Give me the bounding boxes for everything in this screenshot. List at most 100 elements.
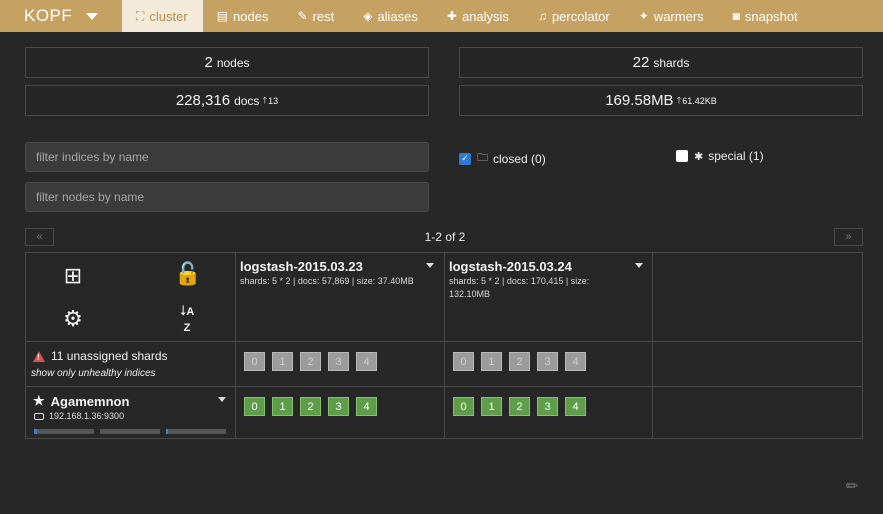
index-meta-size: 132.10MB [449,289,491,299]
unassigned-shard[interactable]: 4 [565,352,586,371]
index-meta: shards: 5 * 2 | docs: 57,869 | size: 37.… [240,276,414,286]
nav-tab-label: rest [312,8,335,24]
nodes-label: nodes [216,55,250,70]
unassigned-shard[interactable]: 0 [244,352,265,371]
pagination-text: 1-2 of 2 [424,230,466,244]
node-address: 192.168.1.36:9300 [34,411,124,421]
docs-count: 228,316 [175,92,231,109]
empty-cell [653,342,862,387]
assigned-shard[interactable]: 4 [565,397,586,416]
node-bar-fill-0 [34,429,37,434]
create-index-icon[interactable]: ⊞ [60,263,86,289]
unassigned-shard[interactable]: 3 [537,352,558,371]
unassigned-shard[interactable]: 2 [509,352,530,371]
assigned-shard[interactable]: 2 [509,397,530,416]
puzzle-icon: ✚ [446,9,457,23]
arrow-up-icon: 🡑 [676,94,682,105]
brand-label: KOPF [24,6,73,25]
node-bar-2 [166,429,226,434]
brand-menu[interactable]: KOPF [0,0,122,32]
unassigned-shard[interactable]: 4 [356,352,377,371]
cluster-overview-grid: ⊞ 🔓 ⚙ ⭣A Z logstash-2015.03.23 shards: 5 … [25,252,863,439]
special-checkbox[interactable] [676,150,688,162]
node-bar-fill-2 [166,429,168,434]
nav-tab-snapshot[interactable]: ◙ snapshot [719,0,813,32]
nav-tab-rest[interactable]: ✎ rest [283,0,349,32]
sitemap-icon: ⛶ [136,8,145,23]
index-name: logstash-2015.03.23 [240,259,363,274]
asterisk-icon: ✱ [694,150,704,163]
index-meta: shards: 5 * 2 | docs: 170,415 | size: [449,276,590,286]
assigned-shard[interactable]: 1 [481,397,502,416]
assigned-shard[interactable]: 3 [537,397,558,416]
index-name: logstash-2015.03.24 [449,259,572,274]
star-icon: ★ [33,393,45,408]
unassigned-shard[interactable]: 1 [272,352,293,371]
shards-label: shards [653,55,690,70]
nav-tab-percolator[interactable]: ♫ percolator [524,0,625,32]
index-header-cell: logstash-2015.03.23 shards: 5 * 2 | docs… [236,253,445,342]
assigned-shard[interactable]: 2 [300,397,321,416]
fire-icon: ✦ [638,9,649,23]
nav-tab-aliases[interactable]: ◈ aliases [349,0,433,32]
special-filter[interactable]: ✱ special (1) [676,149,764,163]
node-bar-1 [100,429,160,434]
shards-stat: 22 shards [459,47,863,78]
unassigned-shard[interactable]: 3 [328,352,349,371]
closed-label: closed (0) [493,151,546,166]
nav-tab-analysis[interactable]: ✚ analysis [433,0,524,32]
top-navbar: KOPF ⛶ cluster ▤ nodes ✎ rest ◈ aliases … [0,0,883,32]
bell-icon: ♫ [537,9,547,23]
closed-checkbox[interactable]: ✓ [459,152,471,165]
node-address-text: 192.168.1.36:9300 [49,411,125,421]
prev-page-button[interactable]: « [25,228,54,246]
sort-alpha-icon[interactable]: ⭣A Z [172,303,202,335]
index-header-cell: logstash-2015.03.24 shards: 5 * 2 | docs… [445,253,653,342]
filter-nodes-input[interactable] [25,182,429,212]
warning-icon: ! [33,350,45,362]
nav-tab-label: snapshot [744,8,798,24]
nav-tab-nodes[interactable]: ▤ nodes [203,0,284,32]
assigned-shard[interactable]: 1 [272,397,293,416]
caret-down-icon[interactable] [426,263,434,268]
nav-tab-label: warmers [653,8,704,24]
nav-tab-label: analysis [461,8,509,24]
tags-icon: ◈ [363,9,373,23]
nav-tab-warmers[interactable]: ✦ warmers [625,0,719,32]
assigned-shard[interactable]: 4 [356,397,377,416]
nodes-count: 2 [204,54,213,71]
docs-delta: 13 [268,95,279,106]
closed-filter[interactable]: ✓ 🗀 closed (0) [459,149,546,168]
filter-indices-input[interactable] [25,142,429,172]
assigned-shard[interactable]: 0 [244,397,265,416]
unassigned-shard[interactable]: 1 [481,352,502,371]
gear-icon[interactable]: ⚙ [60,306,86,332]
nodes-stat: 2 nodes [25,47,429,78]
empty-cell [653,253,862,342]
folder-icon: 🗀 [477,152,488,164]
special-label: special (1) [708,149,764,163]
caret-down-icon[interactable] [218,397,226,402]
nav-tab-cluster[interactable]: ⛶ cluster [122,0,203,32]
unassigned-shard[interactable]: 0 [453,352,474,371]
show-unhealthy-link[interactable]: show only unhealthy indices [31,368,156,379]
unassigned-shard[interactable]: 2 [300,352,321,371]
unlock-icon[interactable]: 🔓 [174,261,201,287]
assigned-shard[interactable]: 3 [328,397,349,416]
pencil-icon[interactable]: ✎ [841,475,863,497]
nav-tab-label: nodes [233,8,269,24]
unassigned-warning: ! 11 unassigned shards [33,349,168,363]
edit-icon: ✎ [297,9,308,23]
node-name-text: Agamemnon [50,393,130,409]
empty-cell [653,387,862,438]
caret-down-icon[interactable] [635,263,643,268]
server-icon: ▤ [216,9,229,23]
arrow-up-icon: 🡑 [262,94,268,105]
assigned-shard[interactable]: 0 [453,397,474,416]
next-page-button[interactable]: » [834,228,863,246]
nav-tab-label: aliases [377,8,418,24]
node-bar-0 [34,429,94,434]
docs-stat: 228,316 docs 🡑 13 [25,85,429,116]
hdd-icon [34,412,44,420]
size-delta: 61.42KB [682,95,717,106]
